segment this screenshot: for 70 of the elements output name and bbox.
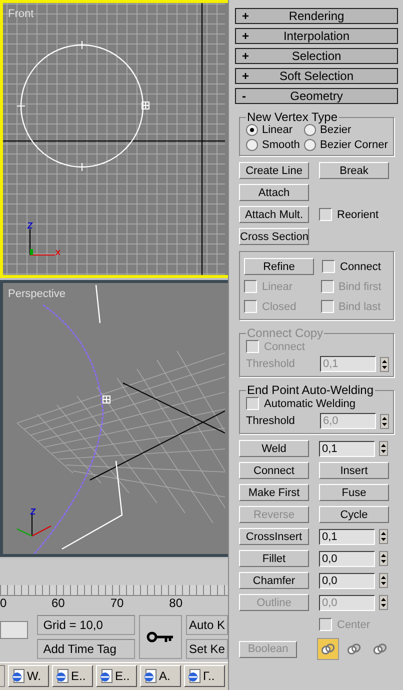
radio-option[interactable]: Smooth [246, 139, 304, 151]
overlapping-rings-icon [320, 642, 336, 656]
checkbox-option[interactable]: Automatic Welding [246, 397, 389, 410]
rollout-header[interactable]: + Interpolation [235, 28, 398, 44]
spinner-arrows-icon[interactable] [379, 573, 388, 588]
panel-button[interactable]: Fuse [319, 484, 389, 501]
panel-button[interactable]: Weld [239, 440, 309, 457]
panel-button[interactable]: Refine [244, 258, 314, 275]
set-key-button[interactable]: Set Ke [186, 638, 228, 659]
threshold-label: Threshold [246, 358, 295, 370]
group-title: New Vertex Type [246, 110, 338, 124]
overlapping-rings-icon [372, 642, 388, 656]
timeline-ruler[interactable]: 0 60 70 80 [0, 585, 228, 613]
grid-readout: Grid = 10,0 [37, 614, 135, 635]
panel-button[interactable]: Insert [319, 462, 389, 479]
taskbar-button[interactable]: E.. [96, 665, 137, 688]
panel-button[interactable]: Connect [239, 462, 309, 479]
panel-button[interactable]: Cross Section [239, 228, 309, 245]
frame-number: 60 [51, 596, 66, 610]
panel-button[interactable]: Chamfer [239, 572, 309, 589]
radio-option[interactable]: Bezier Corner [304, 139, 389, 151]
panel-button[interactable]: Attach Mult. [239, 206, 309, 223]
browser-page-icon [11, 669, 25, 684]
rollout-header[interactable]: + Soft Selection [235, 68, 398, 84]
browser-page-icon [55, 669, 69, 684]
number-field[interactable]: 0,0 [319, 572, 375, 588]
spinner-arrows-icon[interactable] [379, 529, 388, 544]
spinner-arrows-icon[interactable] [379, 441, 388, 456]
spinner-arrows-icon[interactable] [379, 595, 388, 610]
panel-button[interactable]: Cycle [319, 506, 389, 523]
key-icon [146, 630, 174, 643]
taskbar-button[interactable]: A. [140, 665, 181, 688]
panel-button[interactable]: Fillet [239, 550, 309, 567]
radio-option[interactable]: Linear [246, 124, 304, 136]
number-field[interactable]: 0,1 [319, 440, 375, 456]
panel-button[interactable]: Create Line [239, 162, 309, 179]
browser-page-icon [99, 669, 113, 684]
frame-number: 70 [110, 596, 125, 610]
panel-button[interactable]: Break [319, 162, 389, 179]
viewport-label: Perspective [8, 288, 66, 300]
auto-key-button[interactable]: Auto K [186, 614, 228, 635]
frame-number: 0 [0, 596, 8, 610]
browser-page-icon [143, 669, 157, 684]
spinner-arrows-icon[interactable] [379, 551, 388, 566]
rollout-header[interactable]: - Geometry [235, 88, 398, 104]
group-title: End Point Auto-Welding [246, 383, 375, 397]
checkbox-option[interactable]: Reorient [319, 208, 379, 221]
number-field[interactable]: 0,0 [319, 550, 375, 566]
radio-option[interactable]: Bezier [304, 124, 389, 136]
panel-button[interactable]: Attach [239, 184, 309, 201]
overlapping-rings-icon [346, 642, 362, 656]
taskbar-button[interactable]: W. [8, 665, 49, 688]
spinner-arrows-icon[interactable] [380, 414, 389, 428]
frame-number: 80 [169, 596, 184, 610]
rollout-header[interactable]: + Rendering [235, 8, 398, 24]
add-time-tag-field[interactable]: Add Time Tag [37, 638, 135, 659]
panel-button[interactable]: CrossInsert [239, 528, 309, 545]
taskbar-button[interactable]: Г.. [184, 665, 225, 688]
checkbox-option[interactable]: Connect [322, 260, 381, 273]
timeline-track[interactable] [0, 559, 228, 586]
number-field[interactable]: 0,1 [319, 528, 375, 544]
panel-button[interactable]: Make First [239, 484, 309, 501]
group-title: Connect Copy [246, 326, 324, 340]
rollout-header[interactable]: + Selection [235, 48, 398, 64]
viewport-label: Front [8, 8, 34, 20]
threshold-label: Threshold [246, 415, 295, 427]
browser-page-icon [187, 669, 201, 684]
set-key-button[interactable] [138, 614, 182, 659]
input-field[interactable] [0, 620, 28, 639]
taskbar-button[interactable]: E.. [52, 665, 93, 688]
